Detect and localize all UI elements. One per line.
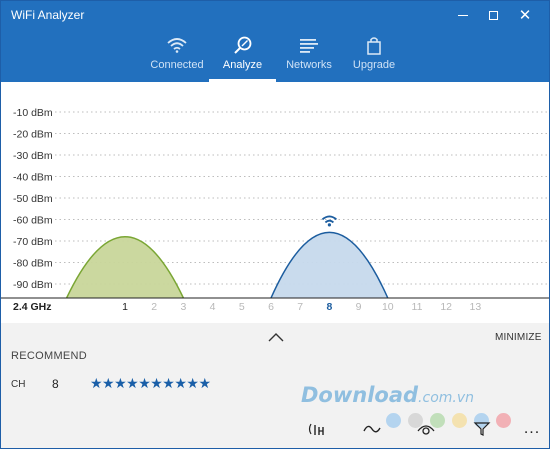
filter-button[interactable] — [469, 418, 495, 440]
more-icon: ... — [523, 420, 541, 437]
x-tick-label: 3 — [180, 301, 186, 313]
maximize-icon — [488, 10, 498, 20]
tab-label: Analyze — [222, 59, 263, 71]
tab-connected[interactable]: Connected — [147, 29, 207, 82]
x-tick-label: 2 — [151, 301, 157, 313]
chevron-up-icon[interactable] — [267, 331, 285, 343]
waveform-icon — [363, 425, 381, 433]
watermark-dot — [386, 413, 401, 428]
tab-label: Networks — [286, 59, 332, 71]
tab-upgrade[interactable]: Upgrade — [345, 29, 403, 82]
analyze-icon — [209, 29, 276, 57]
wifi-arc — [324, 219, 334, 224]
x-tick-label: 11 — [412, 301, 423, 313]
rating-stars: ★★★★★★★★★★ — [90, 375, 211, 391]
wifi-dot — [327, 223, 331, 227]
watermark: Download.com.vn — [301, 383, 474, 407]
tab-networks[interactable]: Networks — [281, 29, 337, 82]
window-title: WiFi Analyzer — [11, 8, 85, 22]
maximize-window-button[interactable] — [478, 1, 508, 29]
x-tick-label: 7 — [297, 301, 303, 313]
wifi-arc — [321, 215, 337, 221]
channel-label: CH — [11, 379, 26, 390]
x-tick-label: 12 — [440, 301, 452, 313]
channel-value: 8 — [52, 377, 59, 391]
minimize-icon — [458, 14, 468, 16]
watermark-suffix: .com.vn — [418, 390, 475, 406]
y-tick-label: -50 dBm — [13, 193, 53, 205]
x-tick-label: 10 — [382, 301, 394, 313]
y-tick-label: -30 dBm — [13, 150, 53, 162]
x-tick-label: 6 — [268, 301, 274, 313]
signal-icon — [308, 423, 324, 435]
eye-icon — [417, 425, 435, 435]
band-label: 2.4 GHz — [13, 301, 52, 313]
filter-icon — [473, 422, 491, 436]
x-tick-label: 1 — [122, 301, 128, 313]
bag-icon — [345, 29, 403, 57]
close-icon: ✕ — [518, 7, 532, 24]
tab-analyze[interactable]: Analyze — [209, 29, 276, 82]
y-tick-label: -20 dBm — [13, 129, 53, 141]
tab-label: Upgrade — [352, 59, 396, 71]
tab-label: Connected — [150, 59, 204, 71]
networks-icon — [281, 29, 337, 57]
y-tick-label: -90 dBm — [13, 279, 53, 291]
more-button[interactable]: ... — [519, 418, 545, 440]
wifi-icon — [147, 29, 207, 57]
x-tick-label: 9 — [356, 301, 362, 313]
app-window: WiFi Analyzer ✕ Connected Analyze Networ… — [0, 0, 550, 449]
minimize-panel-button[interactable]: MINIMIZE — [495, 332, 542, 343]
x-tick-label: 4 — [210, 301, 216, 313]
watermark-dot — [496, 413, 511, 428]
connected-wifi-icon — [321, 215, 337, 227]
recommend-panel: MINIMIZE RECOMMEND CH 8 ★★★★★★★★★★ Downl… — [1, 323, 549, 448]
recommend-heading: RECOMMEND — [11, 350, 88, 362]
title-bar: WiFi Analyzer ✕ — [1, 1, 549, 29]
x-tick-label: 13 — [470, 301, 482, 313]
x-tick-label: 5 — [239, 301, 245, 313]
y-tick-label: -70 dBm — [13, 236, 53, 248]
y-tick-label: -10 dBm — [13, 107, 53, 119]
watermark-dot — [452, 413, 467, 428]
y-tick-label: -80 dBm — [13, 258, 53, 270]
waveform-button[interactable] — [359, 418, 385, 440]
x-tick-label: 8 — [326, 301, 332, 313]
eye-button[interactable] — [413, 418, 439, 440]
nav-bar: Connected Analyze Networks Upgrade — [1, 29, 549, 82]
watermark-text: Download — [301, 383, 419, 407]
minimize-window-button[interactable] — [448, 1, 478, 29]
signal-chart: -10 dBm -20 dBm -30 dBm -40 dBm -50 dBm -60 d… — [1, 107, 549, 313]
y-tick-label: -40 dBm — [13, 172, 53, 184]
close-window-button[interactable]: ✕ — [510, 1, 540, 29]
y-tick-label: -60 dBm — [13, 215, 53, 227]
signal-button[interactable] — [304, 418, 330, 440]
